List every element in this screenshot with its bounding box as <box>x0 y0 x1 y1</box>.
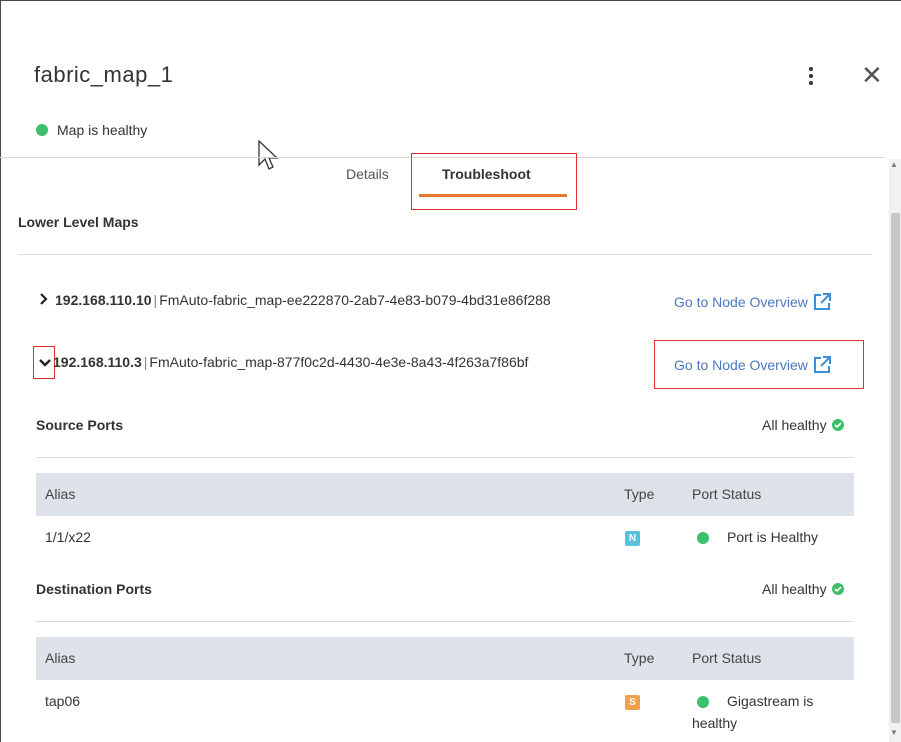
external-link-icon <box>813 356 831 373</box>
column-type[interactable]: Type <box>624 486 654 502</box>
highlight-box-tab <box>411 153 577 210</box>
summary-text: All healthy <box>762 417 827 433</box>
chevron-down-icon[interactable] <box>39 354 51 370</box>
column-alias[interactable]: Alias <box>45 650 75 666</box>
go-to-node-overview-link[interactable]: Go to Node Overview <box>674 355 832 375</box>
check-icon <box>831 583 844 595</box>
summary-text: All healthy <box>762 581 827 597</box>
status-dot-icon <box>697 532 709 544</box>
destination-ports-table-header: Alias Type Port Status <box>36 637 854 680</box>
map-status-text: Map is healthy <box>57 122 148 138</box>
close-icon[interactable]: ✕ <box>861 62 883 88</box>
map-name: FmAuto-fabric_map-ee222870-2ab7-4e83-b07… <box>159 292 551 308</box>
port-alias: tap06 <box>45 693 81 709</box>
port-type-badge: N <box>625 531 640 546</box>
port-status-line1: Gigastream is <box>727 693 814 709</box>
map-ip: 192.168.110.10 <box>55 292 152 308</box>
column-type[interactable]: Type <box>624 650 654 666</box>
go-to-node-overview-link[interactable]: Go to Node Overview <box>674 292 832 312</box>
source-ports-summary: All healthy <box>762 417 844 433</box>
divider <box>36 457 854 458</box>
scroll-up-icon[interactable]: ▲ <box>890 160 898 169</box>
destination-ports-summary: All healthy <box>762 581 844 597</box>
port-alias: 1/1/x22 <box>45 529 91 545</box>
divider <box>36 621 854 622</box>
tab-details[interactable]: Details <box>346 166 389 182</box>
map-separator: | <box>143 354 148 370</box>
status-dot-icon <box>36 124 48 136</box>
check-icon <box>831 419 844 431</box>
divider <box>18 254 872 255</box>
panel-title: fabric_map_1 <box>34 62 174 87</box>
kebab-menu-icon[interactable] <box>803 64 819 88</box>
column-alias[interactable]: Alias <box>45 486 75 502</box>
scrollbar-thumb[interactable] <box>891 213 900 723</box>
map-status: Map is healthy <box>36 122 147 138</box>
column-port-status[interactable]: Port Status <box>692 486 761 502</box>
map-name: FmAuto-fabric_map-877f0c2d-4430-4e3e-8a4… <box>149 354 529 370</box>
map-ip: 192.168.110.3 <box>53 354 142 370</box>
source-ports-title: Source Ports <box>36 417 124 433</box>
scroll-down-icon[interactable]: ▼ <box>890 728 898 737</box>
chevron-right-icon[interactable] <box>39 292 49 308</box>
port-status-line2: healthy <box>692 715 738 731</box>
link-label: Go to Node Overview <box>674 357 808 373</box>
column-port-status[interactable]: Port Status <box>692 650 761 666</box>
link-label: Go to Node Overview <box>674 294 808 310</box>
map-row-192-168-110-3[interactable]: 192.168.110.3 | FmAuto-fabric_map-877f0c… <box>39 354 528 370</box>
lower-level-maps-title: Lower Level Maps <box>18 214 139 230</box>
source-ports-table-header: Alias Type Port Status <box>36 473 854 516</box>
port-type-badge: S <box>625 695 640 710</box>
external-link-icon <box>813 293 831 310</box>
destination-ports-title: Destination Ports <box>36 581 152 597</box>
map-separator: | <box>153 292 158 308</box>
map-row-192-168-110-10[interactable]: 192.168.110.10 | FmAuto-fabric_map-ee222… <box>39 292 551 308</box>
port-status: Port is Healthy <box>727 529 819 545</box>
status-dot-icon <box>697 696 709 708</box>
